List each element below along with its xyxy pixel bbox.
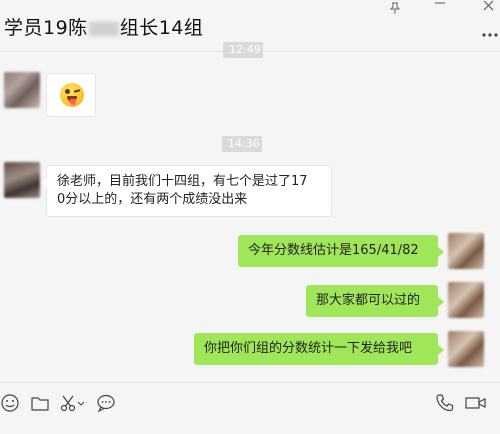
emoji-button[interactable] xyxy=(0,393,20,413)
input-toolbar xyxy=(0,382,500,434)
timestamp: 12:49 xyxy=(223,42,263,58)
screenshot-options-button[interactable] xyxy=(77,393,85,413)
message-bubble-outgoing[interactable]: 今年分数线估计是165/41/82 xyxy=(238,235,444,267)
message-line: 徐老师，目前我们十四组，有七个是过了17 xyxy=(57,174,308,189)
minimize-button[interactable] xyxy=(431,0,449,13)
folder-icon xyxy=(31,397,49,411)
emoji-icon xyxy=(1,394,19,412)
chat-area[interactable]: 12:49 14:36 徐老师，目前我们十四组，有七个是过了17 0分以上的，还… xyxy=(0,42,500,382)
more-dots-icon xyxy=(482,33,498,37)
close-icon xyxy=(483,0,493,11)
video-call-button[interactable] xyxy=(465,393,487,413)
minimize-icon xyxy=(435,2,445,4)
more-options-button[interactable] xyxy=(482,22,498,41)
phone-icon xyxy=(436,394,454,412)
avatar[interactable] xyxy=(448,331,484,367)
chevron-down-icon xyxy=(77,401,85,406)
message-bubble-outgoing[interactable]: 你把你们组的分数统计一下发给我吧 xyxy=(194,333,444,365)
tongue-out-wink-emoji xyxy=(60,83,84,107)
message-bubble-incoming[interactable]: 徐老师，目前我们十四组，有七个是过了17 0分以上的，还有两个成绩没出来 xyxy=(41,165,332,217)
chat-history-button[interactable] xyxy=(96,393,116,413)
avatar[interactable] xyxy=(4,72,40,108)
chat-title-prefix: 学员19陈 xyxy=(4,17,88,39)
chat-title-suffix: 组长14组 xyxy=(119,17,204,39)
pin-icon xyxy=(389,2,401,14)
send-file-button[interactable] xyxy=(30,393,50,413)
video-call-icon xyxy=(465,397,486,409)
timestamp: 14:36 xyxy=(222,136,262,152)
pin-window-button[interactable] xyxy=(386,2,404,18)
scissors-icon xyxy=(60,395,76,412)
chat-history-icon xyxy=(97,394,115,413)
redacted-name xyxy=(88,21,119,36)
message-bubble-outgoing[interactable]: 那大家都可以过的 xyxy=(306,285,444,317)
screenshot-button[interactable] xyxy=(59,393,79,413)
avatar[interactable] xyxy=(448,233,484,269)
avatar[interactable] xyxy=(448,282,484,318)
close-button[interactable] xyxy=(479,0,497,14)
voice-call-button[interactable] xyxy=(435,393,455,413)
message-bubble-emoji[interactable] xyxy=(46,73,96,117)
message-line: 0分以上的，还有两个成绩没出来 xyxy=(57,192,248,207)
avatar[interactable] xyxy=(4,162,40,198)
chat-title: 学员19陈 组长14组 xyxy=(4,13,203,40)
